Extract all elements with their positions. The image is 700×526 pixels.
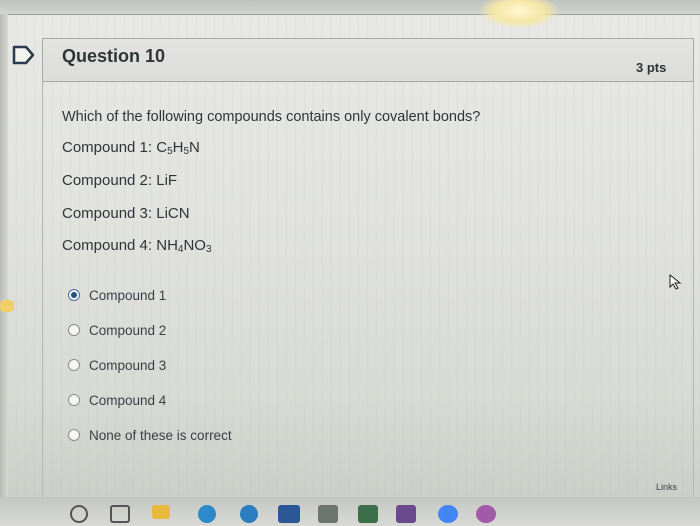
file-explorer-icon[interactable]: [152, 505, 170, 519]
answer-label: Compound 2: [89, 322, 167, 338]
left-edge: [0, 14, 8, 526]
answer-option-3[interactable]: Compound 3: [68, 355, 166, 375]
task-view-icon[interactable]: [110, 505, 130, 523]
answer-option-4[interactable]: Compound 4: [68, 390, 166, 410]
answer-label: None of these is correct: [89, 427, 232, 443]
mouse-pointer-icon: [669, 274, 682, 290]
edge-icon[interactable]: [240, 505, 258, 523]
answer-option-2[interactable]: Compound 2: [68, 320, 166, 340]
answer-label: Compound 3: [89, 357, 167, 373]
calculator-icon[interactable]: [318, 505, 338, 523]
compound-3-text: Compound 3: LiCN: [62, 205, 190, 222]
chrome-icon[interactable]: [438, 505, 458, 523]
answer-label: Compound 4: [89, 392, 167, 408]
radio-button-selected[interactable]: [68, 289, 80, 301]
top-bar: [0, 0, 700, 15]
radio-button[interactable]: [68, 324, 80, 336]
left-edge-mark: [0, 300, 14, 312]
radio-button[interactable]: [68, 394, 80, 406]
question-points: 3 pts: [636, 60, 667, 75]
compound-2-text: Compound 2: LiF: [62, 172, 178, 189]
onenote-icon[interactable]: [396, 505, 416, 523]
answer-option-1[interactable]: Compound 1: [68, 285, 166, 305]
radio-button[interactable]: [68, 429, 80, 441]
compound-4-text: Compound 4: NH4NO3: [62, 237, 212, 255]
flag-question-icon[interactable]: [12, 44, 36, 66]
radio-dot: [71, 292, 77, 298]
word-icon[interactable]: [278, 505, 300, 523]
links-label[interactable]: Links: [656, 482, 677, 492]
radio-button[interactable]: [68, 359, 80, 371]
photos-icon[interactable]: [358, 505, 378, 523]
answer-option-5[interactable]: None of these is correct: [68, 425, 232, 445]
answer-label: Compound 1: [89, 287, 167, 303]
question-prompt: Which of the following compounds contain…: [62, 109, 481, 125]
question-title: Question 10: [62, 46, 166, 66]
edge-icon[interactable]: [198, 505, 216, 523]
taskbar: [0, 497, 700, 526]
chrome-profile-icon[interactable]: [476, 505, 496, 523]
compound-1-text: Compound 1: C5H5N: [62, 139, 200, 157]
search-icon[interactable]: [70, 505, 88, 523]
